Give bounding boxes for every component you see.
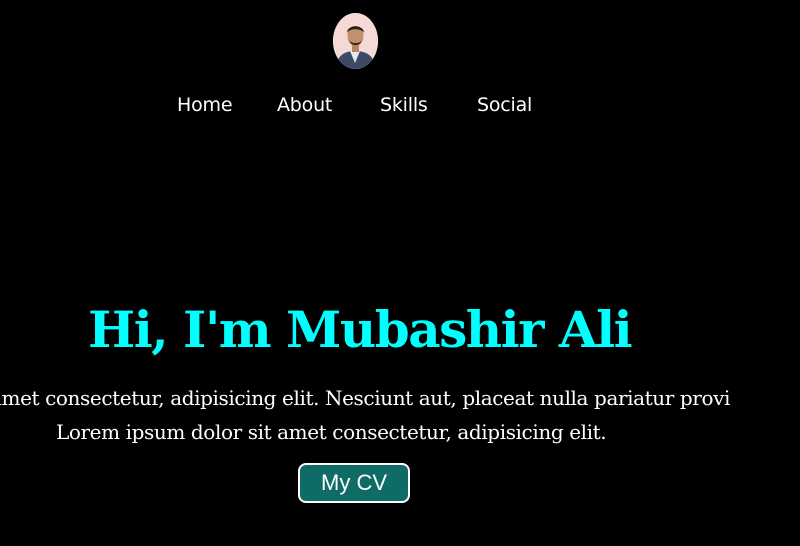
hero-description-line-2: Lorem ipsum dolor sit amet consectetur, …	[56, 420, 607, 444]
profile-photo-icon	[333, 13, 378, 69]
nav-item-home[interactable]: Home	[177, 91, 233, 119]
hero-description-line-1: amet consectetur, adipisicing elit. Nesc…	[0, 386, 730, 410]
nav-item-skills[interactable]: Skills	[380, 91, 428, 119]
nav-item-social[interactable]: Social	[477, 91, 532, 119]
nav-item-about[interactable]: About	[277, 91, 332, 119]
my-cv-button[interactable]: My CV	[298, 463, 410, 503]
main-nav: Home About Skills Social	[0, 91, 800, 119]
hero-title: Hi, I'm Mubashir Ali	[88, 300, 633, 359]
avatar	[333, 13, 378, 69]
